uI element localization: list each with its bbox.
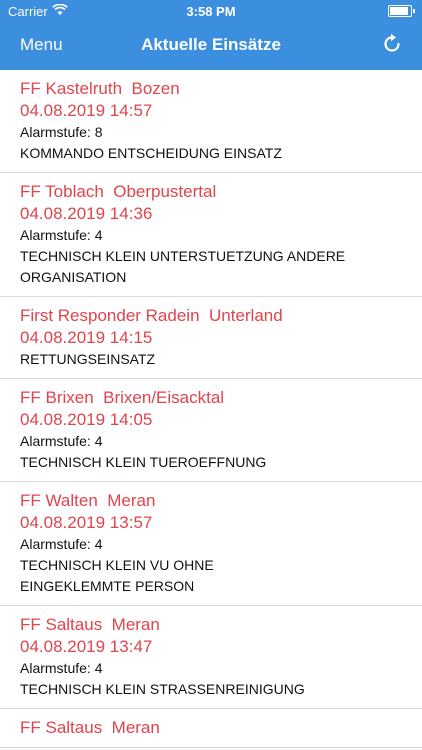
page-title: Aktuelle Einsätze [141, 35, 281, 54]
incident-type: TECHNISCH KLEIN TUEROEFFNUNG [20, 454, 267, 470]
incident-row[interactable]: FF Walten Meran 04.08.2019 13:57 Alarmstuf… [0, 482, 422, 606]
status-bar: Carrier 3:58 PM [0, 0, 422, 22]
incident-unit: First Responder Radein [20, 306, 200, 325]
incident-list: FF Kastelruth Bozen 04.08.2019 14:57 Alarm… [0, 70, 422, 748]
incident-unit: FF Brixen [20, 388, 94, 407]
incident-row[interactable]: FF Saltaus Meran 04.08.2019 13:47 Alarmstu… [0, 606, 422, 709]
incident-region: Meran [107, 491, 156, 510]
incident-type: ORGANISATION [20, 269, 127, 285]
incident-heading: FF Saltaus Meran [20, 717, 422, 739]
incident-row[interactable]: FF Kastelruth Bozen 04.08.2019 14:57 Alarm… [0, 70, 422, 173]
incident-region: Meran [111, 615, 160, 634]
incident-row[interactable]: First Responder Radein Unterland 04.08.20… [0, 297, 422, 379]
refresh-icon[interactable] [380, 32, 404, 56]
incident-type: TECHNISCH KLEIN STRASSENREINIGUNG [20, 681, 305, 697]
incident-type: TECHNISCH KLEIN VU OHNE [20, 557, 214, 573]
incident-region: Brixen/Eisacktal [103, 388, 225, 407]
incident-row[interactable]: FF Saltaus Meran [0, 709, 422, 748]
status-time: 3:58 PM [186, 4, 236, 19]
incident-datetime: 04.08.2019 14:36 [20, 204, 153, 223]
navigation-bar: Menu Aktuelle Einsätze [0, 22, 422, 70]
incident-type: EINGEKLEMMTE PERSON [20, 578, 195, 594]
incident-unit: FF Saltaus [20, 718, 103, 737]
incident-alarm-level: Alarmstufe: 4 [20, 227, 103, 243]
incident-heading: FF Kastelruth Bozen [20, 78, 422, 100]
incident-row[interactable]: FF Toblach Oberpustertal 04.08.2019 14:36… [0, 173, 422, 297]
incident-region: Oberpustertal [113, 182, 217, 201]
incident-heading: FF Walten Meran [20, 490, 422, 512]
incident-region: Unterland [208, 306, 283, 325]
incident-alarm-level: Alarmstufe: 4 [20, 536, 103, 552]
incident-unit: FF Walten [20, 491, 98, 510]
incident-datetime: 04.08.2019 14:15 [20, 328, 153, 347]
incident-type: RETTUNGSEINSATZ [20, 351, 156, 367]
incident-heading: FF Saltaus Meran [20, 614, 422, 636]
incident-datetime: 04.08.2019 13:57 [20, 513, 153, 532]
incident-datetime: 04.08.2019 14:05 [20, 410, 153, 429]
incident-alarm-level: Alarmstufe: 8 [20, 124, 103, 140]
top-bar: Carrier 3:58 PM Menu Aktuelle Einsätze [0, 0, 422, 70]
incident-region: Meran [111, 718, 160, 737]
incident-type: KOMMANDO ENTSCHEIDUNG EINSATZ [20, 145, 282, 161]
incident-heading: FF Brixen Brixen/Eisacktal [20, 387, 422, 409]
battery-icon [388, 5, 415, 17]
incident-datetime: 04.08.2019 14:57 [20, 101, 153, 120]
incident-region: Bozen [131, 79, 180, 98]
incident-alarm-level: Alarmstufe: 4 [20, 433, 103, 449]
incident-row[interactable]: FF Brixen Brixen/Eisacktal 04.08.2019 14:… [0, 379, 422, 482]
incident-unit: FF Kastelruth [20, 79, 123, 98]
incident-unit: FF Toblach [20, 182, 104, 201]
incident-type: TECHNISCH KLEIN UNTERSTUETZUNG ANDERE [20, 248, 346, 264]
incident-heading: FF Toblach Oberpustertal [20, 181, 422, 203]
incident-alarm-level: Alarmstufe: 4 [20, 660, 103, 676]
incident-heading: First Responder Radein Unterland [20, 305, 422, 327]
incident-datetime: 04.08.2019 13:47 [20, 637, 153, 656]
incident-unit: FF Saltaus [20, 615, 103, 634]
